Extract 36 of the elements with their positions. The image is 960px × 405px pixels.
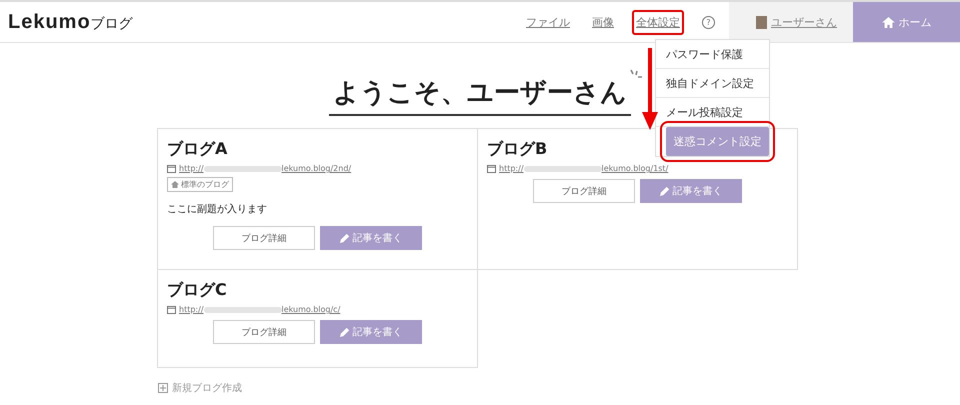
home-button[interactable]: ホーム [853, 2, 960, 42]
blog-url[interactable]: http:// lekumo.blog/1st/ [499, 164, 668, 173]
write-post-button[interactable]: 記事を書く [640, 179, 742, 203]
blog-name: ブログA [167, 139, 228, 160]
nav-link[interactable]: ファイル [522, 10, 574, 34]
window-icon [167, 164, 176, 172]
write-post-button[interactable]: 記事を書く [320, 226, 422, 250]
window-icon [487, 164, 496, 172]
new-blog-link[interactable]: 新規ブログ作成 [158, 381, 242, 395]
pencil-icon [340, 233, 350, 243]
help-icon[interactable]: ? [702, 16, 715, 28]
blog-detail-button[interactable]: ブログ詳細 [533, 179, 635, 203]
house-icon [171, 181, 179, 188]
menu-item[interactable]: 迷惑コメント設定 [666, 127, 769, 156]
blog-name: ブログC [167, 280, 227, 301]
menu-item[interactable]: 独自ドメイン設定 [656, 69, 769, 98]
blog-detail-button[interactable]: ブログ詳細 [213, 320, 315, 344]
welcome-title: ようこそ、ユーザーさん [329, 75, 631, 116]
blog-detail-button[interactable]: ブログ詳細 [213, 226, 315, 250]
menu-item[interactable]: パスワード保護 [656, 40, 769, 69]
pencil-icon [340, 327, 350, 337]
house-icon [882, 16, 894, 28]
nav-link[interactable]: 全体設定 [632, 10, 684, 34]
blog-url[interactable]: http:// lekumo.blog/2nd/ [179, 164, 352, 173]
pencil-icon [660, 186, 670, 196]
default-blog-tag: 標準のブログ [167, 177, 233, 192]
logo[interactable]: Lekumoブログ [0, 10, 133, 34]
plus-box-icon [158, 383, 168, 393]
blog-name: ブログB [487, 139, 548, 160]
user-link[interactable]: ユーザーさん [771, 14, 837, 30]
blog-subtitle: ここに副題が入ります [167, 202, 268, 216]
window-icon [167, 306, 176, 314]
write-post-button[interactable]: 記事を書く [320, 320, 422, 344]
avatar [756, 16, 767, 28]
nav-link[interactable]: 画像 [588, 10, 618, 34]
blog-url[interactable]: http:// lekumo.blog/c/ [179, 305, 340, 314]
